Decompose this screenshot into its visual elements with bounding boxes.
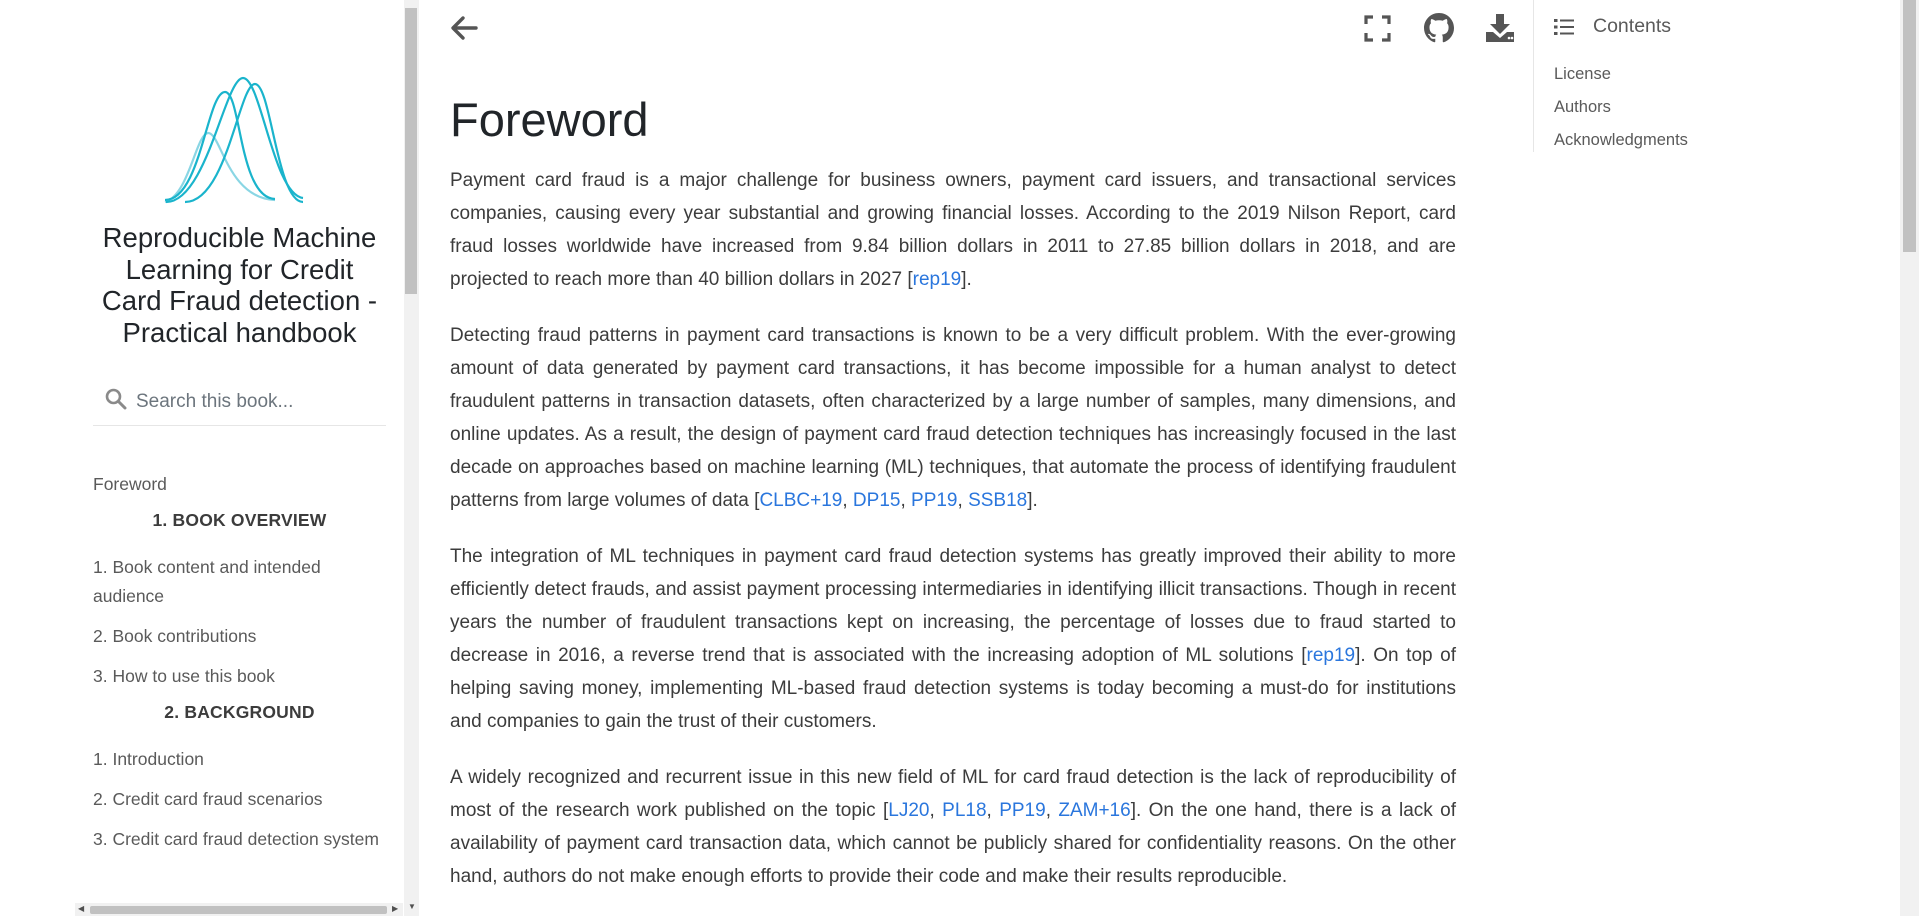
toc-item-acknowledgments[interactable]: Acknowledgments [1554, 124, 1688, 157]
nav-item-book-contributions[interactable]: 2. Book contributions [93, 622, 386, 651]
toc-title: Contents [1593, 15, 1672, 37]
paragraph-text: , [986, 800, 1000, 821]
citation-link[interactable]: PP19 [999, 800, 1045, 821]
page-title: Foreword [450, 93, 649, 146]
list-icon [1554, 19, 1574, 35]
paragraph-text: , [1045, 800, 1059, 821]
nav-caption-book-overview: 1. BOOK OVERVIEW [152, 510, 327, 530]
nav-item-book-content[interactable]: 1. Book content and intended audience [93, 553, 386, 611]
nav-item-introduction[interactable]: 1. Introduction [93, 745, 386, 774]
scroll-down-arrow-icon[interactable]: ▼ [408, 902, 416, 911]
citation-link[interactable]: DP15 [853, 490, 901, 511]
sidebar-horizontal-scrollbar-thumb[interactable] [90, 906, 387, 914]
sidebar-vertical-scrollbar-thumb[interactable] [405, 8, 417, 294]
toc-item-authors[interactable]: Authors [1554, 91, 1688, 124]
citation-link[interactable]: ZAM+16 [1058, 800, 1130, 821]
toc-item-license[interactable]: License [1554, 58, 1688, 91]
search-input[interactable] [136, 384, 381, 420]
paragraph-text: Detecting fraud patterns in payment card… [450, 325, 1456, 511]
scroll-left-arrow-icon[interactable]: ◀ [78, 904, 84, 913]
paragraph: Payment card fraud is a major challenge … [450, 164, 1456, 296]
main-content: Foreword Payment card fraud is a major c… [450, 0, 1514, 916]
paragraph: A widely recognized and recurrent issue … [450, 761, 1456, 893]
fullscreen-icon[interactable] [1364, 15, 1391, 42]
citation-link[interactable]: CLBC+19 [759, 490, 842, 511]
search-box[interactable] [93, 384, 386, 426]
paragraph-text: ]. [961, 269, 972, 290]
paragraph-text: ]. [1027, 490, 1038, 511]
citation-link[interactable]: PL18 [942, 800, 986, 821]
citation-link[interactable]: rep19 [1307, 645, 1356, 666]
toc-list: License Authors Acknowledgments [1554, 58, 1688, 157]
search-icon [105, 388, 127, 410]
citation-link[interactable]: PP19 [911, 490, 957, 511]
nav-item-fraud-detection-system[interactable]: 3. Credit card fraud detection system [93, 825, 386, 854]
book-title: Reproducible Machine Learning for Credit… [101, 222, 378, 348]
citation-link[interactable]: SSB18 [968, 490, 1027, 511]
scroll-right-arrow-icon[interactable]: ▶ [392, 904, 398, 913]
back-arrow-icon[interactable] [450, 14, 478, 42]
paragraph-text: , [900, 490, 912, 511]
github-icon[interactable] [1424, 13, 1454, 43]
toc-panel: Contents License Authors Acknowledgments [1533, 0, 1764, 152]
paragraph-text: The integration of ML techniques in paym… [450, 546, 1456, 666]
sidebar: Reproducible Machine Learning for Credit… [0, 0, 404, 916]
nav-caption-background: 2. BACKGROUND [164, 702, 315, 722]
article-body: Payment card fraud is a major challenge … [450, 164, 1456, 916]
page-vertical-scrollbar-thumb[interactable] [1903, 0, 1916, 252]
nav-item-fraud-scenarios[interactable]: 2. Credit card fraud scenarios [93, 785, 386, 814]
paragraph-text: , [957, 490, 969, 511]
nav-item-how-to-use[interactable]: 3. How to use this book [93, 662, 386, 691]
download-icon[interactable] [1485, 13, 1515, 43]
paragraph-text: , [842, 490, 853, 511]
book-logo[interactable] [163, 76, 309, 208]
nav-item-foreword[interactable]: Foreword [93, 470, 386, 499]
sidebar-nav: Foreword 1. BOOK OVERVIEW 1. Book conten… [93, 470, 386, 865]
citation-link[interactable]: rep19 [913, 269, 962, 290]
paragraph: Detecting fraud patterns in payment card… [450, 319, 1456, 517]
citation-link[interactable]: LJ20 [888, 800, 929, 821]
paragraph-text: , [929, 800, 943, 821]
paragraph: The integration of ML techniques in paym… [450, 540, 1456, 738]
